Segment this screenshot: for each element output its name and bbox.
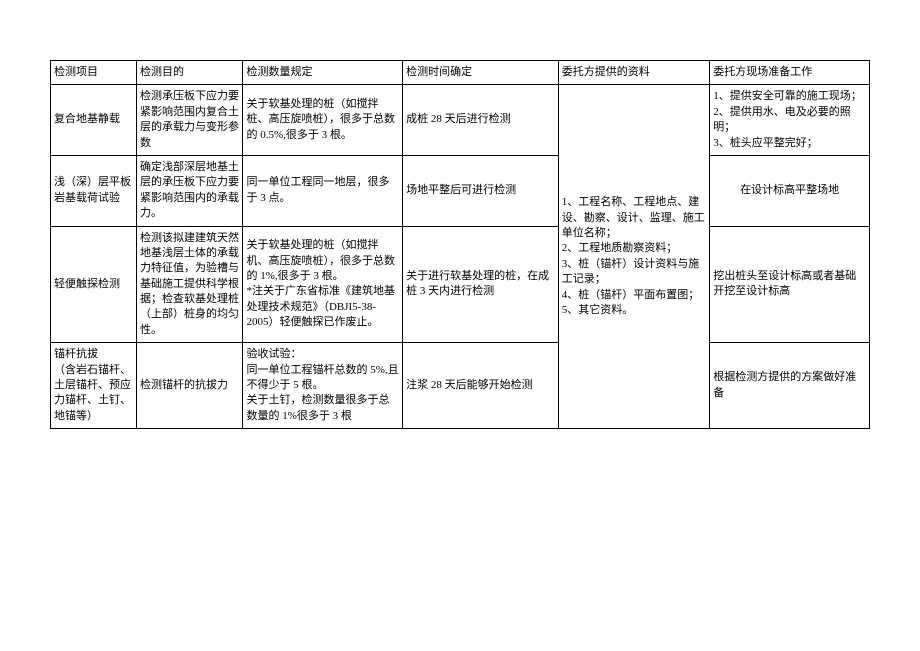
header-timing: 检测时间确定 [403, 61, 559, 85]
cell-item: 浅（深）层平板岩基载荷试验 [51, 155, 137, 226]
cell-preparation: 挖出桩头至设计标高或者基础开挖至设计标高 [710, 226, 870, 343]
cell-preparation: 在设计标高平整场地 [710, 155, 870, 226]
cell-purpose: 确定浅部深层地基土层的承压板下应力要紧影响范围内的承载力。 [136, 155, 242, 226]
inspection-table: 检测项目 检测目的 检测数量规定 检测时间确定 委托方提供的资料 委托方现场准备… [50, 60, 870, 429]
cell-item: 复合地基静载 [51, 85, 137, 156]
cell-preparation: 1、提供安全可靠的施工现场；2、提供用水、电及必要的照明；3、桩头应平整完好； [710, 85, 870, 156]
header-quantity: 检测数量规定 [243, 61, 403, 85]
cell-item: 轻便触探检测 [51, 226, 137, 343]
cell-quantity: 关于软基处理的桩（如搅拌机、高压旋喷桩），很多于总数的 1%,很多于 3 根。*… [243, 226, 403, 343]
cell-timing: 关于进行软基处理的桩，在成桩 3 天内进行检测 [403, 226, 559, 343]
table-row: 锚杆抗拔（含岩石锚杆、土层锚杆、预应力锚杆、土钉、地锚等） 检测锚杆的抗拔力 验… [51, 343, 870, 429]
cell-quantity: 关于软基处理的桩（如搅拌桩、高压旋喷桩），很多于总数的 0.5%,很多于 3 根… [243, 85, 403, 156]
cell-purpose: 检测锚杆的抗拔力 [136, 343, 242, 429]
header-purpose: 检测目的 [136, 61, 242, 85]
table-row: 轻便触探检测 检测该拟建建筑天然地基浅层土体的承载力特征值，为验槽与基础施工提供… [51, 226, 870, 343]
table-row: 浅（深）层平板岩基载荷试验 确定浅部深层地基土层的承压板下应力要紧影响范围内的承… [51, 155, 870, 226]
cell-quantity: 验收试验：同一单位工程锚杆总数的 5%,且不得少于 5 根。关于土钉，检测数量很… [243, 343, 403, 429]
cell-timing: 场地平整后可进行检测 [403, 155, 559, 226]
header-item: 检测项目 [51, 61, 137, 85]
table-row: 复合地基静载 检测承压板下应力要紧影响范围内复合土层的承载力与变形参数 关于软基… [51, 85, 870, 156]
cell-preparation: 根据检测方提供的方案做好准备 [710, 343, 870, 429]
cell-purpose: 检测承压板下应力要紧影响范围内复合土层的承载力与变形参数 [136, 85, 242, 156]
cell-item: 锚杆抗拔（含岩石锚杆、土层锚杆、预应力锚杆、土钉、地锚等） [51, 343, 137, 429]
header-preparation: 委托方现场准备工作 [710, 61, 870, 85]
cell-materials-shared: 1、工程名称、工程地点、建设、勘察、设计、监理、施工单位名称；2、工程地质勘察资… [558, 85, 710, 429]
cell-timing: 注浆 28 天后能够开始检测 [403, 343, 559, 429]
header-materials: 委托方提供的资料 [558, 61, 710, 85]
table-header-row: 检测项目 检测目的 检测数量规定 检测时间确定 委托方提供的资料 委托方现场准备… [51, 61, 870, 85]
cell-timing: 成桩 28 天后进行检测 [403, 85, 559, 156]
cell-purpose: 检测该拟建建筑天然地基浅层土体的承载力特征值，为验槽与基础施工提供科学根据；检查… [136, 226, 242, 343]
cell-quantity: 同一单位工程同一地层，很多于 3 点。 [243, 155, 403, 226]
